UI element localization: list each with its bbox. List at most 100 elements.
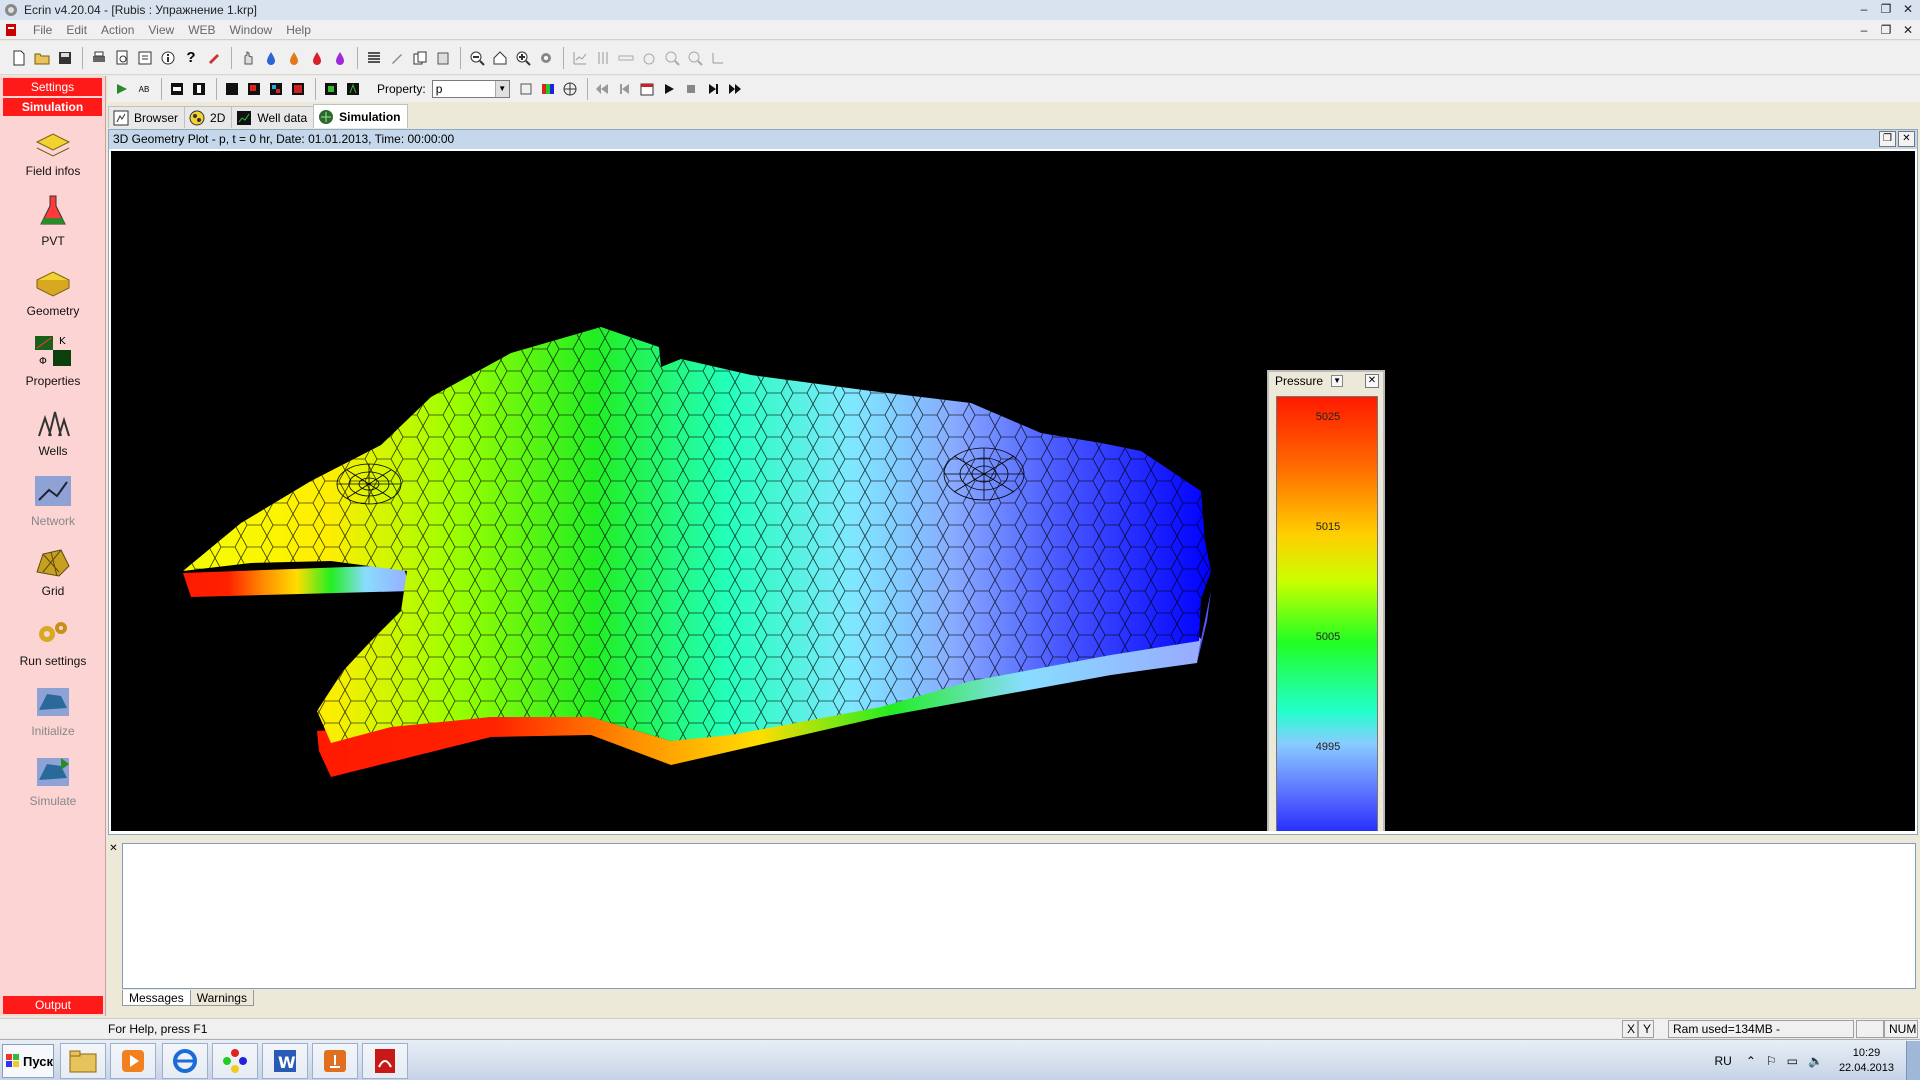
messages-close-icon[interactable]: ✕ xyxy=(108,844,119,855)
menu-web[interactable]: WEB xyxy=(181,23,222,37)
legend-dropdown-icon[interactable]: ▼ xyxy=(1331,375,1344,387)
mdi-minimize-button[interactable]: – xyxy=(1854,22,1874,39)
pvt-button[interactable]: PVT xyxy=(0,188,106,258)
messages-text-area[interactable] xyxy=(122,843,1916,989)
menu-edit[interactable]: Edit xyxy=(59,23,94,37)
property-options-icon[interactable] xyxy=(516,79,536,99)
column-tool-icon[interactable] xyxy=(592,47,614,69)
zoom-window-icon[interactable] xyxy=(661,47,683,69)
initialize-button[interactable]: Initialize xyxy=(0,678,106,748)
first-frame-icon[interactable] xyxy=(593,79,613,99)
java-taskbar-button[interactable] xyxy=(312,1043,358,1079)
clock[interactable]: 10:29 22.04.2013 xyxy=(1839,1046,1894,1076)
field-infos-button[interactable]: Field infos xyxy=(0,118,106,188)
orange-drop-icon[interactable] xyxy=(283,47,305,69)
flag-icon[interactable]: ⚐ xyxy=(1766,1054,1777,1068)
prev-frame-icon[interactable] xyxy=(615,79,635,99)
paste-icon[interactable] xyxy=(432,47,454,69)
tab-messages[interactable]: Messages xyxy=(122,990,191,1006)
chart-tool-icon[interactable] xyxy=(569,47,591,69)
view-top-icon[interactable] xyxy=(167,79,187,99)
ecrin-taskbar-button[interactable] xyxy=(212,1043,258,1079)
simulate-button[interactable]: Simulate xyxy=(0,748,106,818)
ruler-icon[interactable] xyxy=(615,47,637,69)
calendar-icon[interactable] xyxy=(637,79,657,99)
pressure-legend[interactable]: Pressure ▼ ✕ 5025 5015 5005 4995 4985 xyxy=(1267,370,1385,831)
view-iso-icon[interactable] xyxy=(266,79,286,99)
zoom-reset-icon[interactable] xyxy=(684,47,706,69)
blue-drop-icon[interactable] xyxy=(260,47,282,69)
start-button[interactable]: Пуск xyxy=(2,1044,54,1078)
settings-gear-icon[interactable] xyxy=(535,47,557,69)
grid-view-icon[interactable] xyxy=(321,79,341,99)
close-button[interactable]: ✕ xyxy=(1898,1,1918,18)
tray-chevron-icon[interactable]: ⌃ xyxy=(1746,1054,1756,1068)
mdi-restore-button[interactable]: ❐ xyxy=(1876,22,1896,39)
menu-file[interactable]: File xyxy=(26,23,59,37)
plot-restore-button[interactable]: ❐ xyxy=(1879,131,1896,147)
legend-close-icon[interactable]: ✕ xyxy=(1365,374,1379,388)
property-select[interactable]: p ▼ xyxy=(431,80,510,98)
help-icon[interactable]: ? xyxy=(180,47,202,69)
report-icon[interactable] xyxy=(134,47,156,69)
tab-warnings[interactable]: Warnings xyxy=(189,990,254,1006)
stop-icon[interactable] xyxy=(681,79,701,99)
show-desktop-button[interactable] xyxy=(1906,1040,1920,1080)
tab-browser[interactable]: Browser xyxy=(108,106,186,128)
view-front-icon[interactable] xyxy=(222,79,242,99)
output-header[interactable]: Output xyxy=(3,996,103,1014)
save-icon[interactable] xyxy=(54,47,76,69)
purple-drop-icon[interactable] xyxy=(329,47,351,69)
last-frame-icon[interactable] xyxy=(725,79,745,99)
network-button[interactable]: Network xyxy=(0,468,106,538)
acrobat-taskbar-button[interactable] xyxy=(362,1043,408,1079)
zoom-in-icon[interactable] xyxy=(512,47,534,69)
info-icon[interactable] xyxy=(157,47,179,69)
menu-view[interactable]: View xyxy=(141,23,181,37)
word-taskbar-button[interactable]: W xyxy=(262,1043,308,1079)
hand-icon[interactable] xyxy=(237,47,259,69)
chevron-down-icon[interactable]: ▼ xyxy=(494,81,509,97)
context-help-icon[interactable] xyxy=(203,47,225,69)
print-icon[interactable] xyxy=(88,47,110,69)
mdi-close-button[interactable]: ✕ xyxy=(1898,22,1918,39)
3d-plot-canvas[interactable]: Pressure ▼ ✕ 5025 5015 5005 4995 4985 xyxy=(111,151,1915,831)
red-drop-icon[interactable] xyxy=(306,47,328,69)
menu-window[interactable]: Window xyxy=(223,23,280,37)
color-scale-icon[interactable] xyxy=(538,79,558,99)
copy-icon[interactable] xyxy=(409,47,431,69)
minimize-button[interactable]: – xyxy=(1854,1,1874,18)
properties-button[interactable]: KΦ Properties xyxy=(0,328,106,398)
tab-simulation[interactable]: Simulation xyxy=(313,104,408,128)
volume-icon[interactable]: 🔈 xyxy=(1808,1054,1823,1068)
pan-hand-icon[interactable] xyxy=(638,47,660,69)
globe-icon[interactable] xyxy=(560,79,580,99)
wells-button[interactable]: Wells xyxy=(0,398,106,468)
axes-icon[interactable] xyxy=(707,47,729,69)
settings-header[interactable]: Settings xyxy=(3,78,102,96)
tab-2d[interactable]: 2D xyxy=(184,106,233,128)
pen-icon[interactable] xyxy=(386,47,408,69)
well-view-icon[interactable] xyxy=(343,79,363,99)
grid-button[interactable]: Grid xyxy=(0,538,106,608)
document-icon[interactable] xyxy=(4,23,18,37)
reservoir-3d-view[interactable] xyxy=(111,151,1915,831)
tab-well-data[interactable]: Well data xyxy=(231,106,315,128)
run-icon[interactable] xyxy=(112,79,132,99)
view-side-icon[interactable] xyxy=(189,79,209,99)
language-indicator[interactable]: RU xyxy=(1714,1054,1731,1068)
internet-explorer-taskbar-button[interactable] xyxy=(162,1043,208,1079)
new-file-icon[interactable] xyxy=(8,47,30,69)
explorer-taskbar-button[interactable] xyxy=(60,1043,106,1079)
print-preview-icon[interactable] xyxy=(111,47,133,69)
open-folder-icon[interactable] xyxy=(31,47,53,69)
next-frame-icon[interactable] xyxy=(703,79,723,99)
network-tray-icon[interactable]: ▭ xyxy=(1787,1054,1798,1068)
media-player-taskbar-button[interactable] xyxy=(110,1043,156,1079)
label-ab-icon[interactable]: AB xyxy=(134,79,154,99)
play-icon[interactable] xyxy=(659,79,679,99)
simulation-header[interactable]: Simulation xyxy=(3,98,102,116)
view-red-icon[interactable] xyxy=(244,79,264,99)
list-icon[interactable] xyxy=(363,47,385,69)
geometry-button[interactable]: Geometry xyxy=(0,258,106,328)
